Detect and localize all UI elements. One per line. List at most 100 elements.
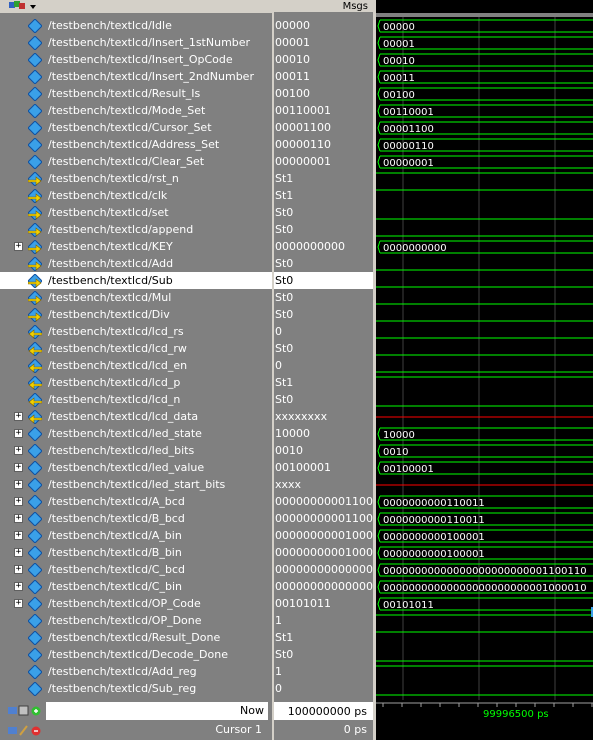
signal-value: 1	[275, 614, 282, 627]
parameter-icon	[28, 19, 42, 33]
bus-wave-label: 00101011	[383, 600, 434, 611]
signal-name: /testbench/textlcd/append	[48, 223, 194, 236]
output-icon	[28, 325, 42, 339]
signal-row[interactable]: /testbench/textlcd/Insert_OpCode	[0, 51, 272, 68]
signal-row[interactable]: /testbench/textlcd/lcd_rw	[0, 340, 272, 357]
output-icon	[28, 342, 42, 356]
expand-icon[interactable]: +	[14, 565, 23, 574]
expand-icon[interactable]: +	[14, 463, 23, 472]
signal-row[interactable]: /testbench/textlcd/Clear_Set	[0, 153, 272, 170]
parameter-icon	[28, 546, 42, 560]
signal-row[interactable]: + /testbench/textlcd/led_state	[0, 425, 272, 442]
signal-row[interactable]: /testbench/textlcd/Insert_1stNumber	[0, 34, 272, 51]
bus-wave-label: 00000000000000000000000001000010	[383, 583, 587, 594]
signal-value: St0	[275, 206, 294, 219]
signal-row[interactable]: + /testbench/textlcd/led_bits	[0, 442, 272, 459]
signal-row[interactable]: + /testbench/textlcd/A_bin	[0, 527, 272, 544]
signal-row[interactable]: /testbench/textlcd/Cursor_Set	[0, 119, 272, 136]
cursor-tools-icon[interactable]	[8, 723, 48, 739]
signal-row[interactable]: /testbench/textlcd/lcd_p	[0, 374, 272, 391]
signal-name: /testbench/textlcd/led_value	[48, 461, 205, 474]
signal-value: St0	[275, 308, 294, 321]
waveform-canvas[interactable]: 00000 00001 00010 00011 00100 00110001 0000110…	[376, 17, 593, 700]
input-icon	[28, 206, 42, 220]
expand-icon[interactable]: +	[14, 446, 23, 455]
cursor-value: 0 ps	[343, 723, 367, 736]
wave-toolbar-icon[interactable]	[8, 0, 38, 13]
signal-row[interactable]: + /testbench/textlcd/B_bin	[0, 544, 272, 561]
signal-name: /testbench/textlcd/KEY	[48, 240, 173, 253]
timeline-ruler[interactable]: 99996500 ps	[376, 700, 593, 720]
signal-name: /testbench/textlcd/Address_Set	[48, 138, 220, 151]
signal-row[interactable]: /testbench/textlcd/lcd_n	[0, 391, 272, 408]
signal-row[interactable]: + /testbench/textlcd/A_bcd	[0, 493, 272, 510]
expand-icon[interactable]: +	[14, 480, 23, 489]
signal-row[interactable]: /testbench/textlcd/Add	[0, 255, 272, 272]
timeline-canvas: 99996500 ps	[376, 702, 593, 720]
signal-row[interactable]: /testbench/textlcd/rst_n	[0, 170, 272, 187]
expand-icon[interactable]: +	[14, 582, 23, 591]
input-icon	[28, 274, 42, 288]
signal-row[interactable]: /testbench/textlcd/Div	[0, 306, 272, 323]
expand-icon[interactable]: +	[14, 242, 23, 251]
signal-value: 0000000000110011	[275, 495, 373, 508]
input-icon	[28, 223, 42, 237]
signal-row[interactable]: /testbench/textlcd/Add_reg	[0, 663, 272, 680]
signal-row[interactable]: /testbench/textlcd/Result_Is	[0, 85, 272, 102]
bus-wave-label: 00100	[383, 90, 415, 101]
now-tools-icon[interactable]	[8, 703, 48, 719]
signal-row[interactable]: /testbench/textlcd/Result_Done	[0, 629, 272, 646]
signal-row[interactable]: /testbench/textlcd/OP_Done	[0, 612, 272, 629]
signal-row[interactable]: + /testbench/textlcd/OP_Code	[0, 595, 272, 612]
cursor-row: Cursor 1	[0, 720, 272, 740]
signal-name: /testbench/textlcd/Mode_Set	[48, 104, 206, 117]
cursor-time-label: 99996500 ps	[483, 709, 549, 720]
signal-row[interactable]: /testbench/textlcd/Sub_reg	[0, 680, 272, 697]
signal-row[interactable]: /testbench/textlcd/Address_Set	[0, 136, 272, 153]
signal-row[interactable]: + /testbench/textlcd/led_value	[0, 459, 272, 476]
parameter-icon	[28, 563, 42, 577]
signal-row[interactable]: /testbench/textlcd/lcd_en	[0, 357, 272, 374]
expand-icon[interactable]: +	[14, 514, 23, 523]
signal-row[interactable]: + /testbench/textlcd/led_start_bits	[0, 476, 272, 493]
expand-icon[interactable]: +	[14, 429, 23, 438]
expand-icon[interactable]: +	[14, 412, 23, 421]
signal-value: 0000000000	[275, 240, 345, 253]
signal-row[interactable]: + /testbench/textlcd/C_bcd	[0, 561, 272, 578]
signal-row[interactable]: /testbench/textlcd/Idle	[0, 17, 272, 34]
waveform-pane[interactable]: 00000 00001 00010 00011 00100 00110001 0000110…	[376, 17, 593, 700]
parameter-icon	[28, 580, 42, 594]
input-icon	[28, 291, 42, 305]
signal-row[interactable]: /testbench/textlcd/lcd_rs	[0, 323, 272, 340]
signal-value: xxxx	[275, 478, 302, 491]
signal-row[interactable]: + /testbench/textlcd/KEY	[0, 238, 272, 255]
signal-row[interactable]: + /testbench/textlcd/B_bcd	[0, 510, 272, 527]
signal-value: St0	[275, 223, 294, 236]
signal-name: /testbench/textlcd/Insert_OpCode	[48, 53, 233, 66]
output-icon	[28, 359, 42, 373]
expand-icon[interactable]: +	[14, 599, 23, 608]
signal-row[interactable]: /testbench/textlcd/append	[0, 221, 272, 238]
signal-row[interactable]: /testbench/textlcd/Decode_Done	[0, 646, 272, 663]
expand-icon[interactable]: +	[14, 548, 23, 557]
signal-name: /testbench/textlcd/clk	[48, 189, 168, 202]
signal-row[interactable]: /testbench/textlcd/clk	[0, 187, 272, 204]
signal-name: /testbench/textlcd/lcd_rw	[48, 342, 187, 355]
signal-row[interactable]: + /testbench/textlcd/lcd_data	[0, 408, 272, 425]
signal-row[interactable]: /testbench/textlcd/set	[0, 204, 272, 221]
expand-icon[interactable]: +	[14, 497, 23, 506]
msgs-header: Msgs	[274, 0, 373, 13]
signal-row[interactable]: /testbench/textlcd/Mode_Set	[0, 102, 272, 119]
signal-value: 00000	[275, 19, 310, 32]
input-icon	[28, 308, 42, 322]
bus-wave-label: 00000110	[383, 141, 434, 152]
signal-name: /testbench/textlcd/Div	[48, 308, 170, 321]
signal-row[interactable]: /testbench/textlcd/Insert_2ndNumber	[0, 68, 272, 85]
signal-row[interactable]: + /testbench/textlcd/C_bin	[0, 578, 272, 595]
expand-icon[interactable]: +	[14, 531, 23, 540]
signal-name: /testbench/textlcd/led_state	[48, 427, 202, 440]
signal-row[interactable]: /testbench/textlcd/Mul	[0, 289, 272, 306]
cursor-bar[interactable]	[376, 720, 593, 740]
signal-row[interactable]: /testbench/textlcd/Sub	[0, 272, 272, 289]
input-icon	[28, 240, 42, 254]
